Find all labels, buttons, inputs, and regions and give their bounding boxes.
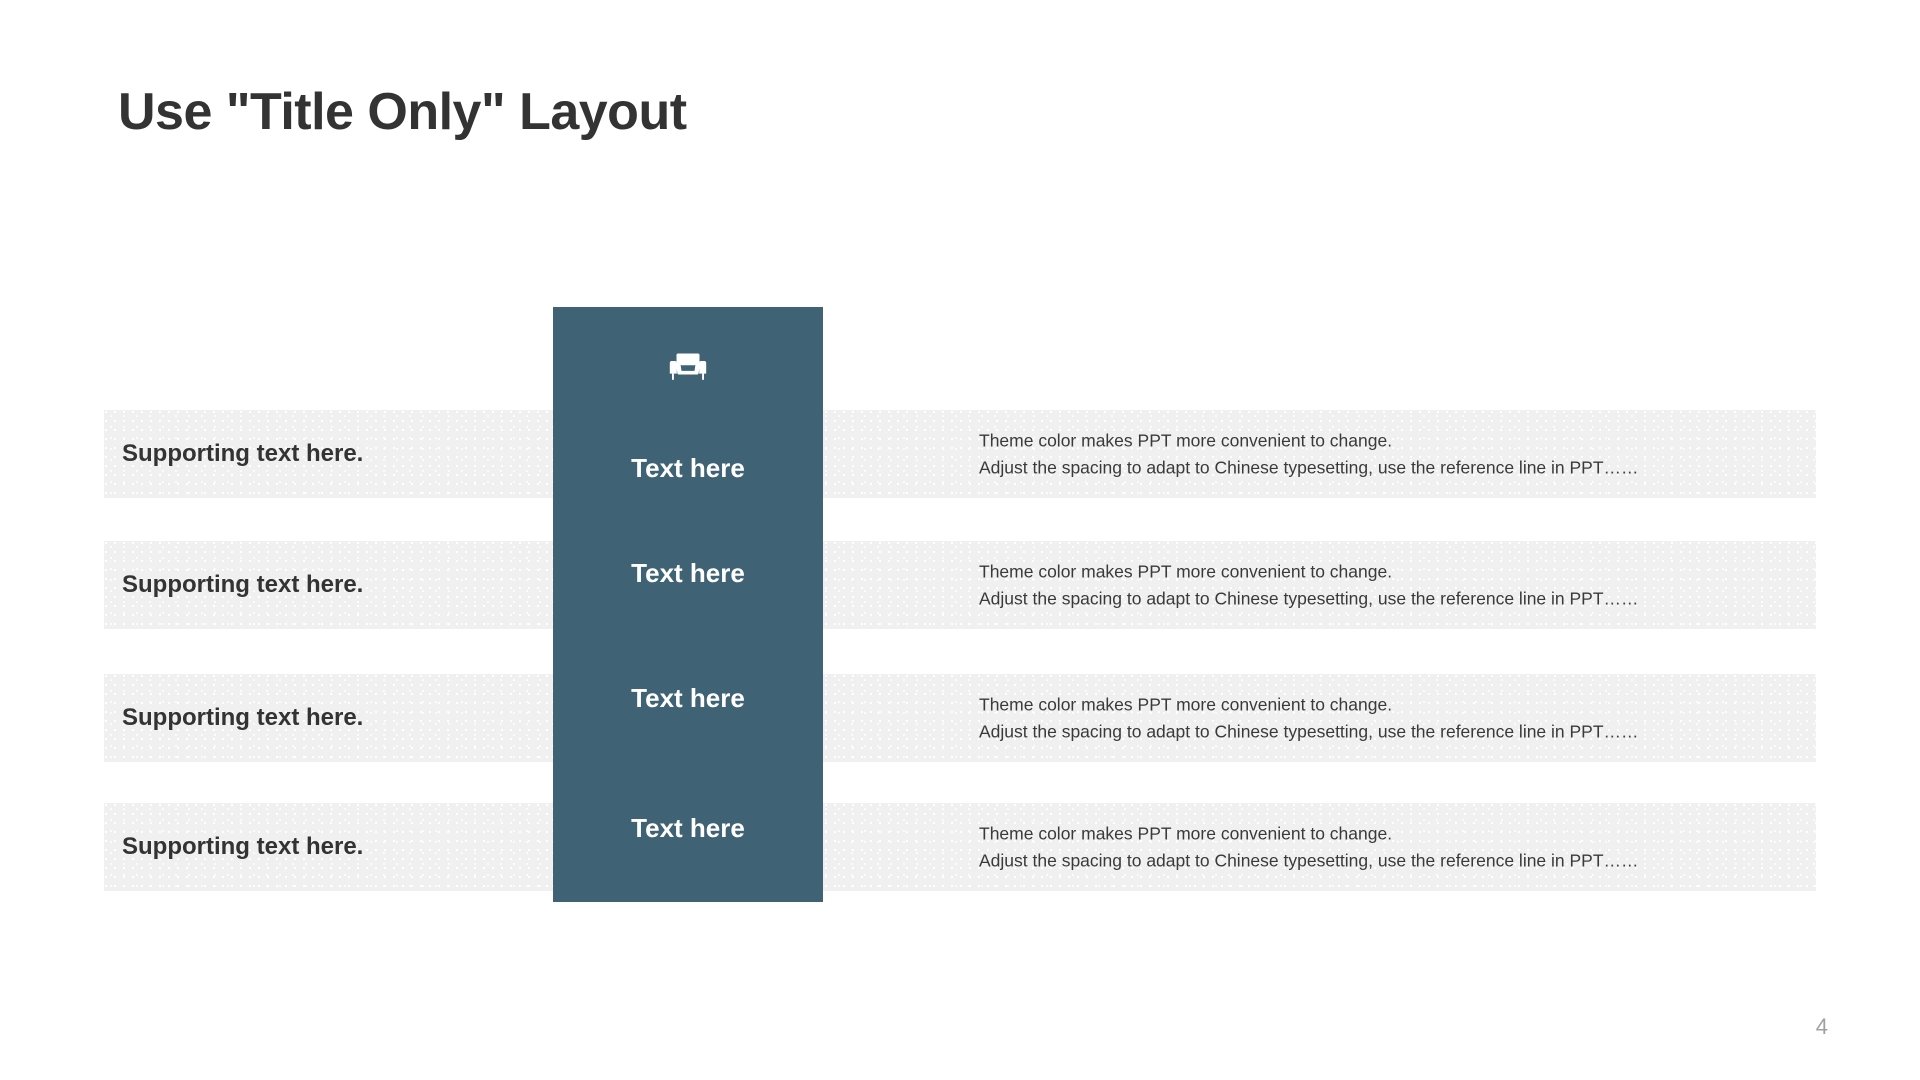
center-highlight-column: Text here Text here Text here Text here — [553, 307, 823, 902]
armchair-icon — [553, 352, 823, 388]
table-row[interactable]: Supporting text here. Theme color makes … — [104, 803, 1816, 891]
center-column-label: Text here — [631, 558, 745, 588]
row-description-line-2: Adjust the spacing to adapt to Chinese t… — [979, 457, 1639, 477]
row-support-label: Supporting text here. — [122, 704, 364, 731]
row-description-line-1: Theme color makes PPT more convenient to… — [979, 561, 1393, 582]
row-description-line-1: Theme color makes PPT more convenient to… — [979, 694, 1393, 715]
row-description-line-1: Theme color makes PPT more convenient to… — [979, 430, 1393, 451]
row-description-line-1: Theme color makes PPT more convenient to… — [979, 823, 1393, 844]
slide-canvas: Use "Title Only" Layout Supporting text … — [0, 0, 1920, 1080]
center-column-label: Text here — [631, 813, 745, 843]
row-description-line-2: Adjust the spacing to adapt to Chinese t… — [979, 850, 1639, 870]
table-row[interactable]: Supporting text here. Theme color makes … — [104, 674, 1816, 762]
page-number: 4 — [1815, 1014, 1828, 1039]
row-description: Theme color makes PPT more convenient to… — [979, 558, 1769, 611]
table-row[interactable]: Supporting text here. Theme color makes … — [104, 541, 1816, 629]
center-column-label: Text here — [631, 453, 745, 483]
row-support-label: Supporting text here. — [122, 571, 364, 598]
row-support-label: Supporting text here. — [122, 440, 364, 467]
row-description: Theme color makes PPT more convenient to… — [979, 427, 1769, 480]
table-row[interactable]: Supporting text here. Theme color makes … — [104, 410, 1816, 498]
rows-container: Supporting text here. Theme color makes … — [0, 0, 1920, 1080]
row-description: Theme color makes PPT more convenient to… — [979, 820, 1769, 873]
row-description-line-2: Adjust the spacing to adapt to Chinese t… — [979, 588, 1639, 608]
row-support-label: Supporting text here. — [122, 833, 364, 860]
center-column-label: Text here — [631, 683, 745, 713]
row-description-line-2: Adjust the spacing to adapt to Chinese t… — [979, 721, 1639, 741]
row-description: Theme color makes PPT more convenient to… — [979, 691, 1769, 744]
